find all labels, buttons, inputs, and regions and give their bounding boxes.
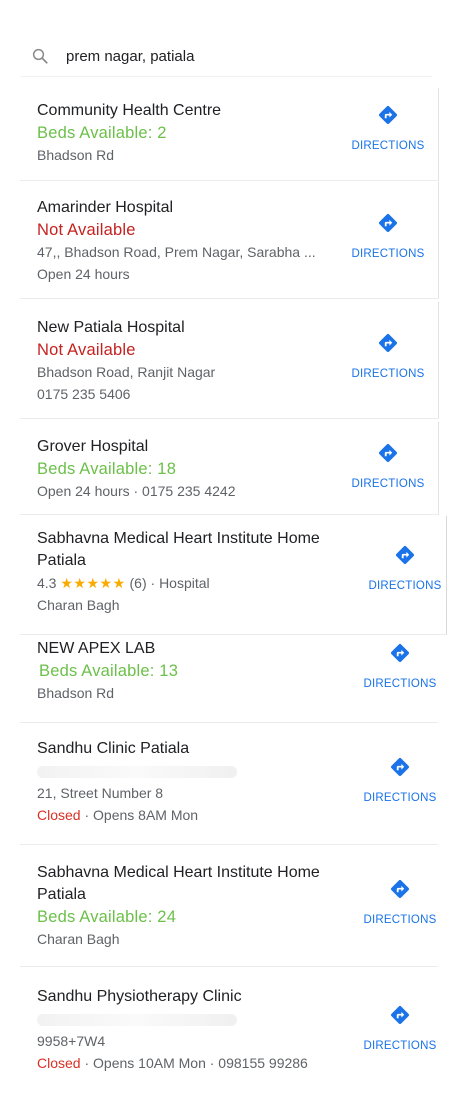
plus-code: 9958+7W4 [37,1033,106,1049]
bed-status: Beds Available: 2 [37,124,167,142]
list-item[interactable]: Sandhu Physiotherapy Clinic 9958+7W4 Clo… [20,970,438,1090]
place-address: 21, Street Number 8 [37,785,164,801]
place-address: Charan Bagh [37,931,120,947]
opening-hours: Open 24 hours [37,266,130,282]
directions-button[interactable]: DIRECTIONS [343,442,433,490]
list-item[interactable]: NEW APEX LAB Beds Available: 13 Bhadson … [20,636,438,723]
rating-row: 4.3 ★★★★★ (6) · Hospital [37,572,334,594]
opening-status: Closed · Opens 10AM Mon · 098155 99286 [37,1052,338,1074]
place-name: Grover Hospital [37,438,149,455]
directions-label: DIRECTIONS [368,580,442,592]
opening-status: Closed · Opens 8AM Mon [37,804,338,826]
place-name: Community Health Centre [37,102,222,119]
place-name: Sandhu Clinic Patiala [37,740,190,757]
directions-label: DIRECTIONS [351,478,425,490]
directions-icon [379,444,397,462]
rating-meta: (6) · Hospital [129,575,210,591]
directions-button[interactable]: DIRECTIONS [355,642,445,690]
directions-button[interactable]: DIRECTIONS [355,1004,445,1052]
redacted-text [37,1014,237,1026]
directions-label: DIRECTIONS [363,792,437,804]
place-name: NEW APEX LAB [37,640,156,657]
bed-status: Beds Available: 24 [37,908,177,926]
opens-time-and-phone: · Opens 10AM Mon · 098155 99286 [80,1055,308,1071]
place-address: 47,, Bhadson Road, Prem Nagar, Sarabha .… [37,244,316,260]
directions-label: DIRECTIONS [363,1040,437,1052]
redacted-text [37,766,237,778]
directions-label: DIRECTIONS [363,914,437,926]
directions-button[interactable]: DIRECTIONS [343,332,433,380]
directions-icon [379,214,397,232]
directions-icon [391,880,409,898]
opens-time: · Opens 8AM Mon [80,807,199,823]
bed-status: Beds Available: 18 [37,460,177,478]
place-name: Sandhu Physiotherapy Clinic [37,988,242,1005]
place-name: Sabhavna Medical Heart Institute Home Pa… [37,864,320,903]
search-input[interactable]: prem nagar, patiala [66,48,194,65]
list-item[interactable]: Amarinder Hospital Not Available 47,, Bh… [20,182,439,299]
directions-icon [391,758,409,776]
directions-button[interactable]: DIRECTIONS [343,212,433,260]
list-item[interactable]: Sabhavna Medical Heart Institute Home Pa… [20,516,447,635]
directions-button[interactable]: DIRECTIONS [355,878,445,926]
bed-status: Not Available [37,221,136,239]
directions-icon [396,546,414,564]
directions-label: DIRECTIONS [351,368,425,380]
list-item[interactable]: Sandhu Clinic Patiala 21, Street Number … [20,724,438,845]
place-name: Amarinder Hospital [37,199,174,216]
place-name: Sabhavna Medical Heart Institute Home Pa… [37,530,320,569]
search-icon [30,46,50,66]
place-address: Bhadson Rd [37,147,115,163]
bed-status: Beds Available: 13 [39,662,179,680]
directions-icon [391,1006,409,1024]
directions-label: DIRECTIONS [351,248,425,260]
closed-label: Closed [37,1055,81,1071]
place-address: Charan Bagh [37,597,120,613]
phone-number: 0175 235 5406 [37,386,131,402]
closed-label: Closed [37,807,81,823]
hours-and-phone: Open 24 hours · 0175 235 4242 [37,483,236,499]
directions-button[interactable]: DIRECTIONS [343,104,433,152]
list-item[interactable]: New Patiala Hospital Not Available Bhads… [20,302,439,419]
directions-icon [379,334,397,352]
list-item[interactable]: Sabhavna Medical Heart Institute Home Pa… [20,848,438,967]
directions-label: DIRECTIONS [351,140,425,152]
list-item[interactable]: Grover Hospital Beds Available: 18 Open … [20,422,439,515]
directions-label: DIRECTIONS [363,678,437,690]
directions-button[interactable]: DIRECTIONS [360,544,450,592]
list-item[interactable]: Community Health Centre Beds Available: … [20,88,439,181]
place-name: New Patiala Hospital [37,319,185,336]
place-address: Bhadson Road, Ranjit Nagar [37,364,216,380]
rating-value: 4.3 [37,575,57,591]
directions-icon [379,106,397,124]
place-address: Bhadson Rd [37,685,115,701]
bed-status: Not Available [37,341,136,359]
search-bar[interactable]: prem nagar, patiala [20,36,432,77]
directions-icon [391,644,409,662]
star-rating-icon: ★★★★★ [60,575,126,591]
directions-button[interactable]: DIRECTIONS [355,756,445,804]
